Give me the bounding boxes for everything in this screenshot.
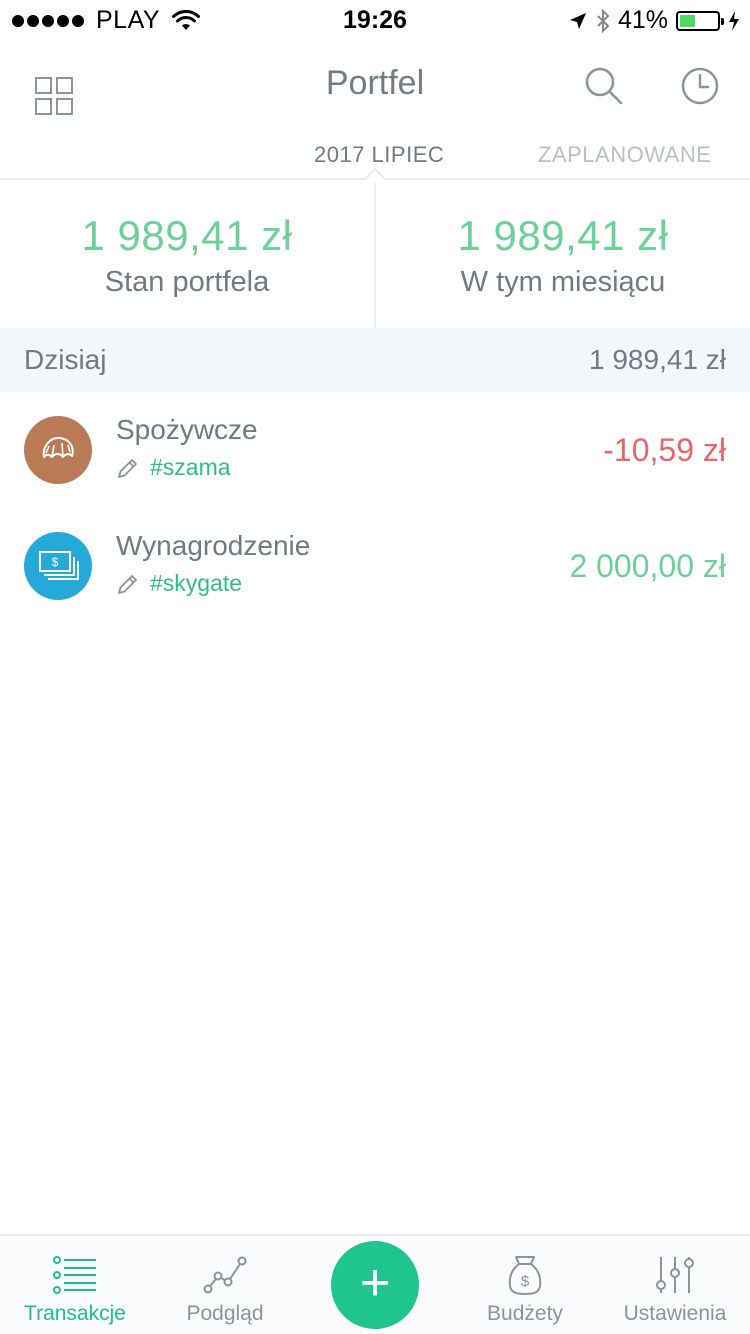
tab-label: Budżety [487,1302,563,1325]
period-tabs: 2017 LIPIEC ZAPLANOWANE [0,130,750,191]
money-bag-icon: $ [450,1252,600,1298]
svg-text:$: $ [521,1273,530,1290]
banknotes-icon: $ [24,532,92,600]
tab-budgets[interactable]: $ Budżety [450,1236,600,1334]
month-summary: 1 989,41 zł W tym miesiącu [376,182,750,328]
balance-summary: 1 989,41 zł Stan portfela [0,182,376,328]
balance-label: Stan portfela [104,265,270,298]
transaction-list: Spożywcze #szama -10,59 zł $ Wynagrodzen [0,392,750,624]
month-label: W tym miesiącu [460,265,666,298]
transaction-tag-row: #skygate [116,570,242,597]
add-transaction-button[interactable]: + [331,1241,419,1329]
line-chart-icon [150,1252,300,1298]
tab-current-month[interactable]: 2017 LIPIEC [314,142,444,168]
tab-planned[interactable]: ZAPLANOWANE [538,142,711,168]
transaction-amount: 2 000,00 zł [569,548,726,584]
battery-level [680,14,695,27]
clock-icon [681,67,719,105]
transaction-tag-row: #szama [116,454,231,481]
search-button[interactable] [576,58,632,114]
status-bar: PLAY 19:26 41% [0,0,750,40]
croissant-icon [24,416,92,484]
plus-icon: + [359,1254,391,1312]
day-header: Dzisiaj 1 989,41 zł [0,328,750,392]
transaction-amount: -10,59 zł [603,432,726,468]
tab-label: Podgląd [186,1302,264,1325]
month-amount: 1 989,41 zł [457,211,669,259]
list-icon [0,1252,150,1298]
tab-overview[interactable]: Podgląd [150,1236,300,1334]
summary-panel: 1 989,41 zł Stan portfela 1 989,41 zł W … [0,182,750,328]
balance-amount: 1 989,41 zł [81,211,293,259]
pencil-icon [118,574,137,594]
app-root: PLAY 19:26 41% Portfel 2017 LIPIEC ZAPLA… [0,0,750,1334]
charging-icon [729,10,739,31]
search-icon [585,67,623,105]
tab-transactions[interactable]: Transakcje [0,1236,150,1334]
transaction-tag: #skygate [150,570,243,596]
transaction-name: Wynagrodzenie [116,530,311,561]
transaction-tag: #szama [150,454,231,480]
page-title: Portfel [325,64,425,102]
svg-text:$: $ [52,555,59,569]
pencil-icon [118,458,137,478]
day-label: Dzisiaj [24,344,107,375]
sliders-icon [600,1252,750,1298]
history-button[interactable] [672,58,728,114]
tab-label: Transakcje [24,1302,126,1325]
nav-bar: Portfel [0,40,750,130]
tab-settings[interactable]: Ustawienia [600,1236,750,1334]
day-total: 1 989,41 zł [589,344,726,375]
location-arrow-icon [569,12,586,29]
status-right: 41% [568,6,740,35]
transaction-row[interactable]: Spożywcze #szama -10,59 zł [0,392,750,508]
transaction-row[interactable]: $ Wynagrodzenie #skygate 2 000,00 zł [0,508,750,624]
bluetooth-icon [597,8,610,33]
transaction-name: Spożywcze [116,414,258,445]
tab-label: Ustawienia [623,1302,727,1325]
battery-icon [676,10,724,31]
battery-percent: 41% [617,6,668,34]
